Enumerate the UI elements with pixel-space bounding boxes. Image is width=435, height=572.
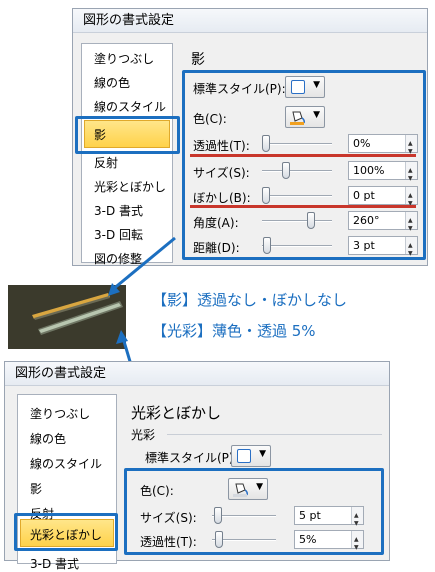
glow-item-highlight-box	[14, 513, 118, 551]
glow-transparency-slider[interactable]	[212, 530, 276, 550]
spinner-value: 3 pt	[353, 239, 375, 252]
spinner-buttons[interactable]: ▲ ▼	[405, 187, 417, 207]
bottom-section-title: 光彩とぼかし	[131, 404, 222, 422]
shadow-angle-spinner[interactable]: 260° ▲ ▼	[348, 211, 418, 232]
slider-track	[262, 195, 332, 197]
sidebar-item-line-color[interactable]: 線の色	[94, 74, 130, 91]
slider-thumb[interactable]	[215, 531, 223, 548]
spinner-buttons[interactable]: ▲ ▼	[405, 135, 417, 155]
glow-size-label: サイズ(S):	[140, 511, 197, 525]
spinner-value: 5%	[299, 533, 317, 546]
bottom-dialog-title: 図形の書式設定	[5, 362, 389, 386]
sidebar-item-line-style[interactable]: 線のスタイル	[30, 455, 102, 472]
glow-caption: 【光彩】薄色・透過 5%	[152, 322, 316, 340]
shadow-caption: 【影】透過なし・ぼかしなし	[152, 291, 348, 309]
top-section-title: 影	[191, 52, 205, 68]
slider-track	[262, 245, 332, 247]
shadow-distance-label: 距離(D):	[193, 241, 240, 255]
chevron-down-icon: ▼	[313, 80, 320, 90]
sidebar-item-glow-soft-edges[interactable]: 光彩とぼかし	[94, 178, 166, 195]
shadow-color-dropdown[interactable]: ▼	[285, 106, 325, 128]
shadow-transparency-label: 透過性(T):	[193, 139, 250, 153]
sidebar-item-reflection[interactable]: 反射	[94, 154, 118, 171]
glow-transparency-spinner[interactable]: 5% ▲ ▼	[294, 530, 364, 551]
slider-thumb[interactable]	[262, 187, 270, 204]
spinner-buttons[interactable]: ▲ ▼	[405, 162, 417, 182]
preset-swatch-icon	[237, 449, 251, 463]
spinner-buttons[interactable]: ▲ ▼	[351, 507, 363, 527]
slider-track	[262, 143, 332, 145]
shadow-size-spinner[interactable]: 100% ▲ ▼	[348, 161, 418, 182]
spinner-value: 260°	[353, 214, 380, 227]
shadow-angle-slider[interactable]	[262, 211, 332, 231]
spinner-value: 5 pt	[299, 509, 321, 522]
glow-transparency-label: 透過性(T):	[140, 535, 197, 549]
effect-preview-image	[8, 285, 126, 349]
sidebar-item-line-color[interactable]: 線の色	[30, 430, 66, 447]
preset-swatch-icon	[291, 80, 305, 94]
sidebar-item-3d-format[interactable]: 3-D 書式	[30, 555, 79, 572]
shadow-preset-label: 標準スタイル(P):	[193, 82, 286, 96]
shadow-distance-slider[interactable]	[262, 236, 332, 256]
shadow-blur-spinner[interactable]: 0 pt ▲ ▼	[348, 186, 418, 207]
shadow-blur-label: ぼかし(B):	[193, 191, 251, 205]
shadow-blur-slider[interactable]	[262, 186, 332, 206]
shadow-preset-dropdown[interactable]: ▼	[285, 76, 325, 98]
slider-thumb[interactable]	[263, 237, 271, 254]
slider-thumb[interactable]	[282, 162, 290, 179]
shadow-size-label: サイズ(S):	[193, 166, 250, 180]
slider-thumb[interactable]	[307, 212, 315, 229]
shadow-size-slider[interactable]	[262, 161, 332, 181]
sidebar-item-picture-corrections[interactable]: 図の修整	[94, 250, 142, 267]
chevron-down-icon: ▼	[256, 482, 263, 492]
spinner-value: 0 pt	[353, 189, 375, 202]
shadow-transparency-spinner[interactable]: 0% ▲ ▼	[348, 134, 418, 155]
sidebar-item-line-style[interactable]: 線のスタイル	[94, 98, 166, 115]
shadow-item-highlight-box	[75, 116, 180, 154]
chevron-down-icon: ▼	[259, 449, 266, 459]
glow-size-spinner[interactable]: 5 pt ▲ ▼	[294, 506, 364, 527]
shadow-distance-spinner[interactable]: 3 pt ▲ ▼	[348, 236, 418, 257]
paint-bucket-icon	[233, 483, 248, 497]
sidebar-item-shadow[interactable]: 影	[30, 480, 42, 497]
glow-subsection-title: 光彩	[131, 428, 156, 442]
glow-color-dropdown[interactable]: ▼	[228, 478, 268, 500]
spinner-buttons[interactable]: ▲ ▼	[351, 531, 363, 551]
spinner-buttons[interactable]: ▲ ▼	[405, 237, 417, 257]
shadow-angle-label: 角度(A):	[193, 216, 239, 230]
glow-preset-label: 標準スタイル(P):	[145, 451, 238, 465]
slider-track	[262, 220, 332, 222]
slider-thumb[interactable]	[214, 507, 222, 524]
slider-track	[262, 170, 332, 172]
chevron-down-icon: ▼	[313, 110, 320, 120]
spinner-value: 0%	[353, 137, 371, 150]
sidebar-item-3d-format[interactable]: 3-D 書式	[94, 202, 143, 219]
shadow-color-label: 色(C):	[193, 112, 227, 126]
top-dialog-title: 図形の書式設定	[73, 9, 427, 33]
shape-preview-illustration	[8, 285, 126, 349]
glow-size-slider[interactable]	[212, 506, 276, 526]
sidebar-item-fill[interactable]: 塗りつぶし	[30, 405, 90, 422]
paint-bucket-icon	[290, 111, 305, 125]
slider-thumb[interactable]	[262, 135, 270, 152]
transparency-red-underline	[190, 154, 416, 157]
glow-subsection-divider	[167, 434, 382, 435]
blur-red-underline	[190, 205, 416, 208]
shadow-transparency-slider[interactable]	[262, 134, 332, 154]
glow-preset-dropdown[interactable]: ▼	[231, 445, 271, 467]
spinner-value: 100%	[353, 164, 385, 177]
sidebar-item-3d-rotation[interactable]: 3-D 回転	[94, 226, 143, 243]
spinner-buttons[interactable]: ▲ ▼	[405, 212, 417, 232]
glow-color-label: 色(C):	[140, 484, 174, 498]
sidebar-item-fill[interactable]: 塗りつぶし	[94, 50, 154, 67]
